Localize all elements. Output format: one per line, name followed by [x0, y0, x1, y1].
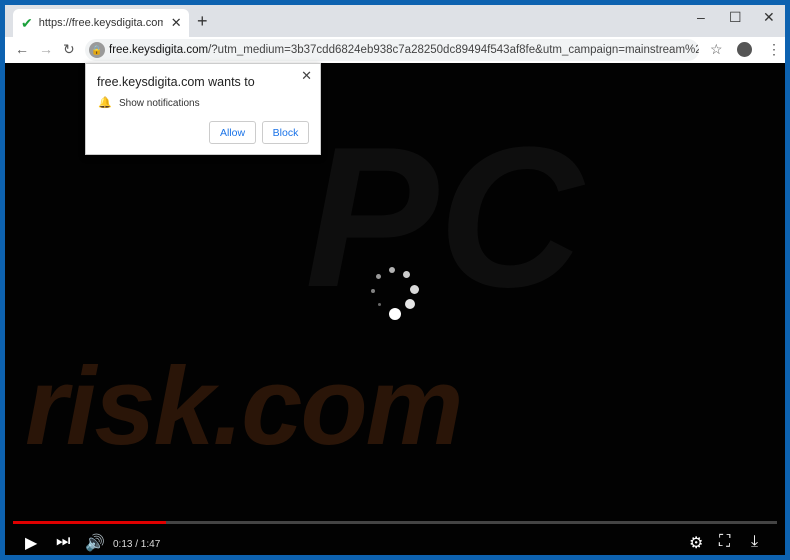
tab-title: https://free.keysdigita.com/?utm: [38, 17, 163, 29]
new-tab-button[interactable]: +: [197, 11, 208, 32]
watermark-logo: PC: [305, 106, 583, 329]
time-display: 0:13 / 1:47: [113, 539, 161, 550]
watermark-text: risk.com: [25, 345, 463, 468]
fullscreen-icon[interactable]: ⛶: [719, 533, 730, 551]
profile-icon[interactable]: [737, 42, 752, 57]
address-bar[interactable]: 🔒 free.keysdigita.com/?utm_medium=3b37cd…: [85, 39, 699, 61]
settings-gear-icon[interactable]: ⚙: [689, 533, 703, 553]
bookmark-star-icon[interactable]: ☆: [710, 41, 723, 58]
check-icon: ✔: [21, 14, 33, 31]
lock-icon[interactable]: 🔒: [89, 42, 105, 58]
progress-bar[interactable]: [13, 521, 777, 524]
browser-window: ✔ https://free.keysdigita.com/?utm ✕ + –…: [5, 5, 785, 555]
back-button[interactable]: ←: [15, 41, 29, 57]
permission-label: Show notifications: [119, 98, 200, 109]
menu-icon[interactable]: ⋮: [767, 41, 781, 58]
url-rest: /?utm_medium=3b37cdd6824eb938c7a28250dc8…: [208, 44, 699, 56]
toolbar: ← → ↻ 🔒 free.keysdigita.com/?utm_medium=…: [5, 37, 785, 63]
volume-icon[interactable]: 🔊: [85, 533, 105, 553]
notification-permission-popup: free.keysdigita.com wants to ✕ 🔔 Show no…: [85, 63, 321, 155]
video-player[interactable]: PC risk.com free.keysdigita.com wants to…: [5, 63, 785, 555]
minimize-button[interactable]: –: [697, 9, 705, 25]
maximize-button[interactable]: ☐: [729, 9, 742, 26]
play-icon[interactable]: ▶: [25, 533, 37, 553]
tab-close-icon[interactable]: ✕: [171, 15, 182, 31]
download-icon[interactable]: ⤓: [751, 533, 758, 551]
tab-active[interactable]: ✔ https://free.keysdigita.com/?utm ✕: [13, 9, 189, 37]
next-icon[interactable]: ⏭: [56, 533, 70, 551]
bell-icon: 🔔: [98, 97, 112, 109]
popup-title: free.keysdigita.com wants to: [97, 75, 255, 89]
allow-button[interactable]: Allow: [209, 121, 256, 144]
reload-button[interactable]: ↻: [63, 41, 75, 58]
popup-close-icon[interactable]: ✕: [301, 68, 312, 84]
close-window-button[interactable]: ✕: [763, 9, 775, 26]
url-host: free.keysdigita.com: [109, 44, 209, 56]
block-button[interactable]: Block: [262, 121, 309, 144]
forward-button[interactable]: →: [39, 41, 53, 57]
progress-fill: [13, 521, 166, 524]
tab-bar: ✔ https://free.keysdigita.com/?utm ✕ + –…: [5, 5, 785, 37]
